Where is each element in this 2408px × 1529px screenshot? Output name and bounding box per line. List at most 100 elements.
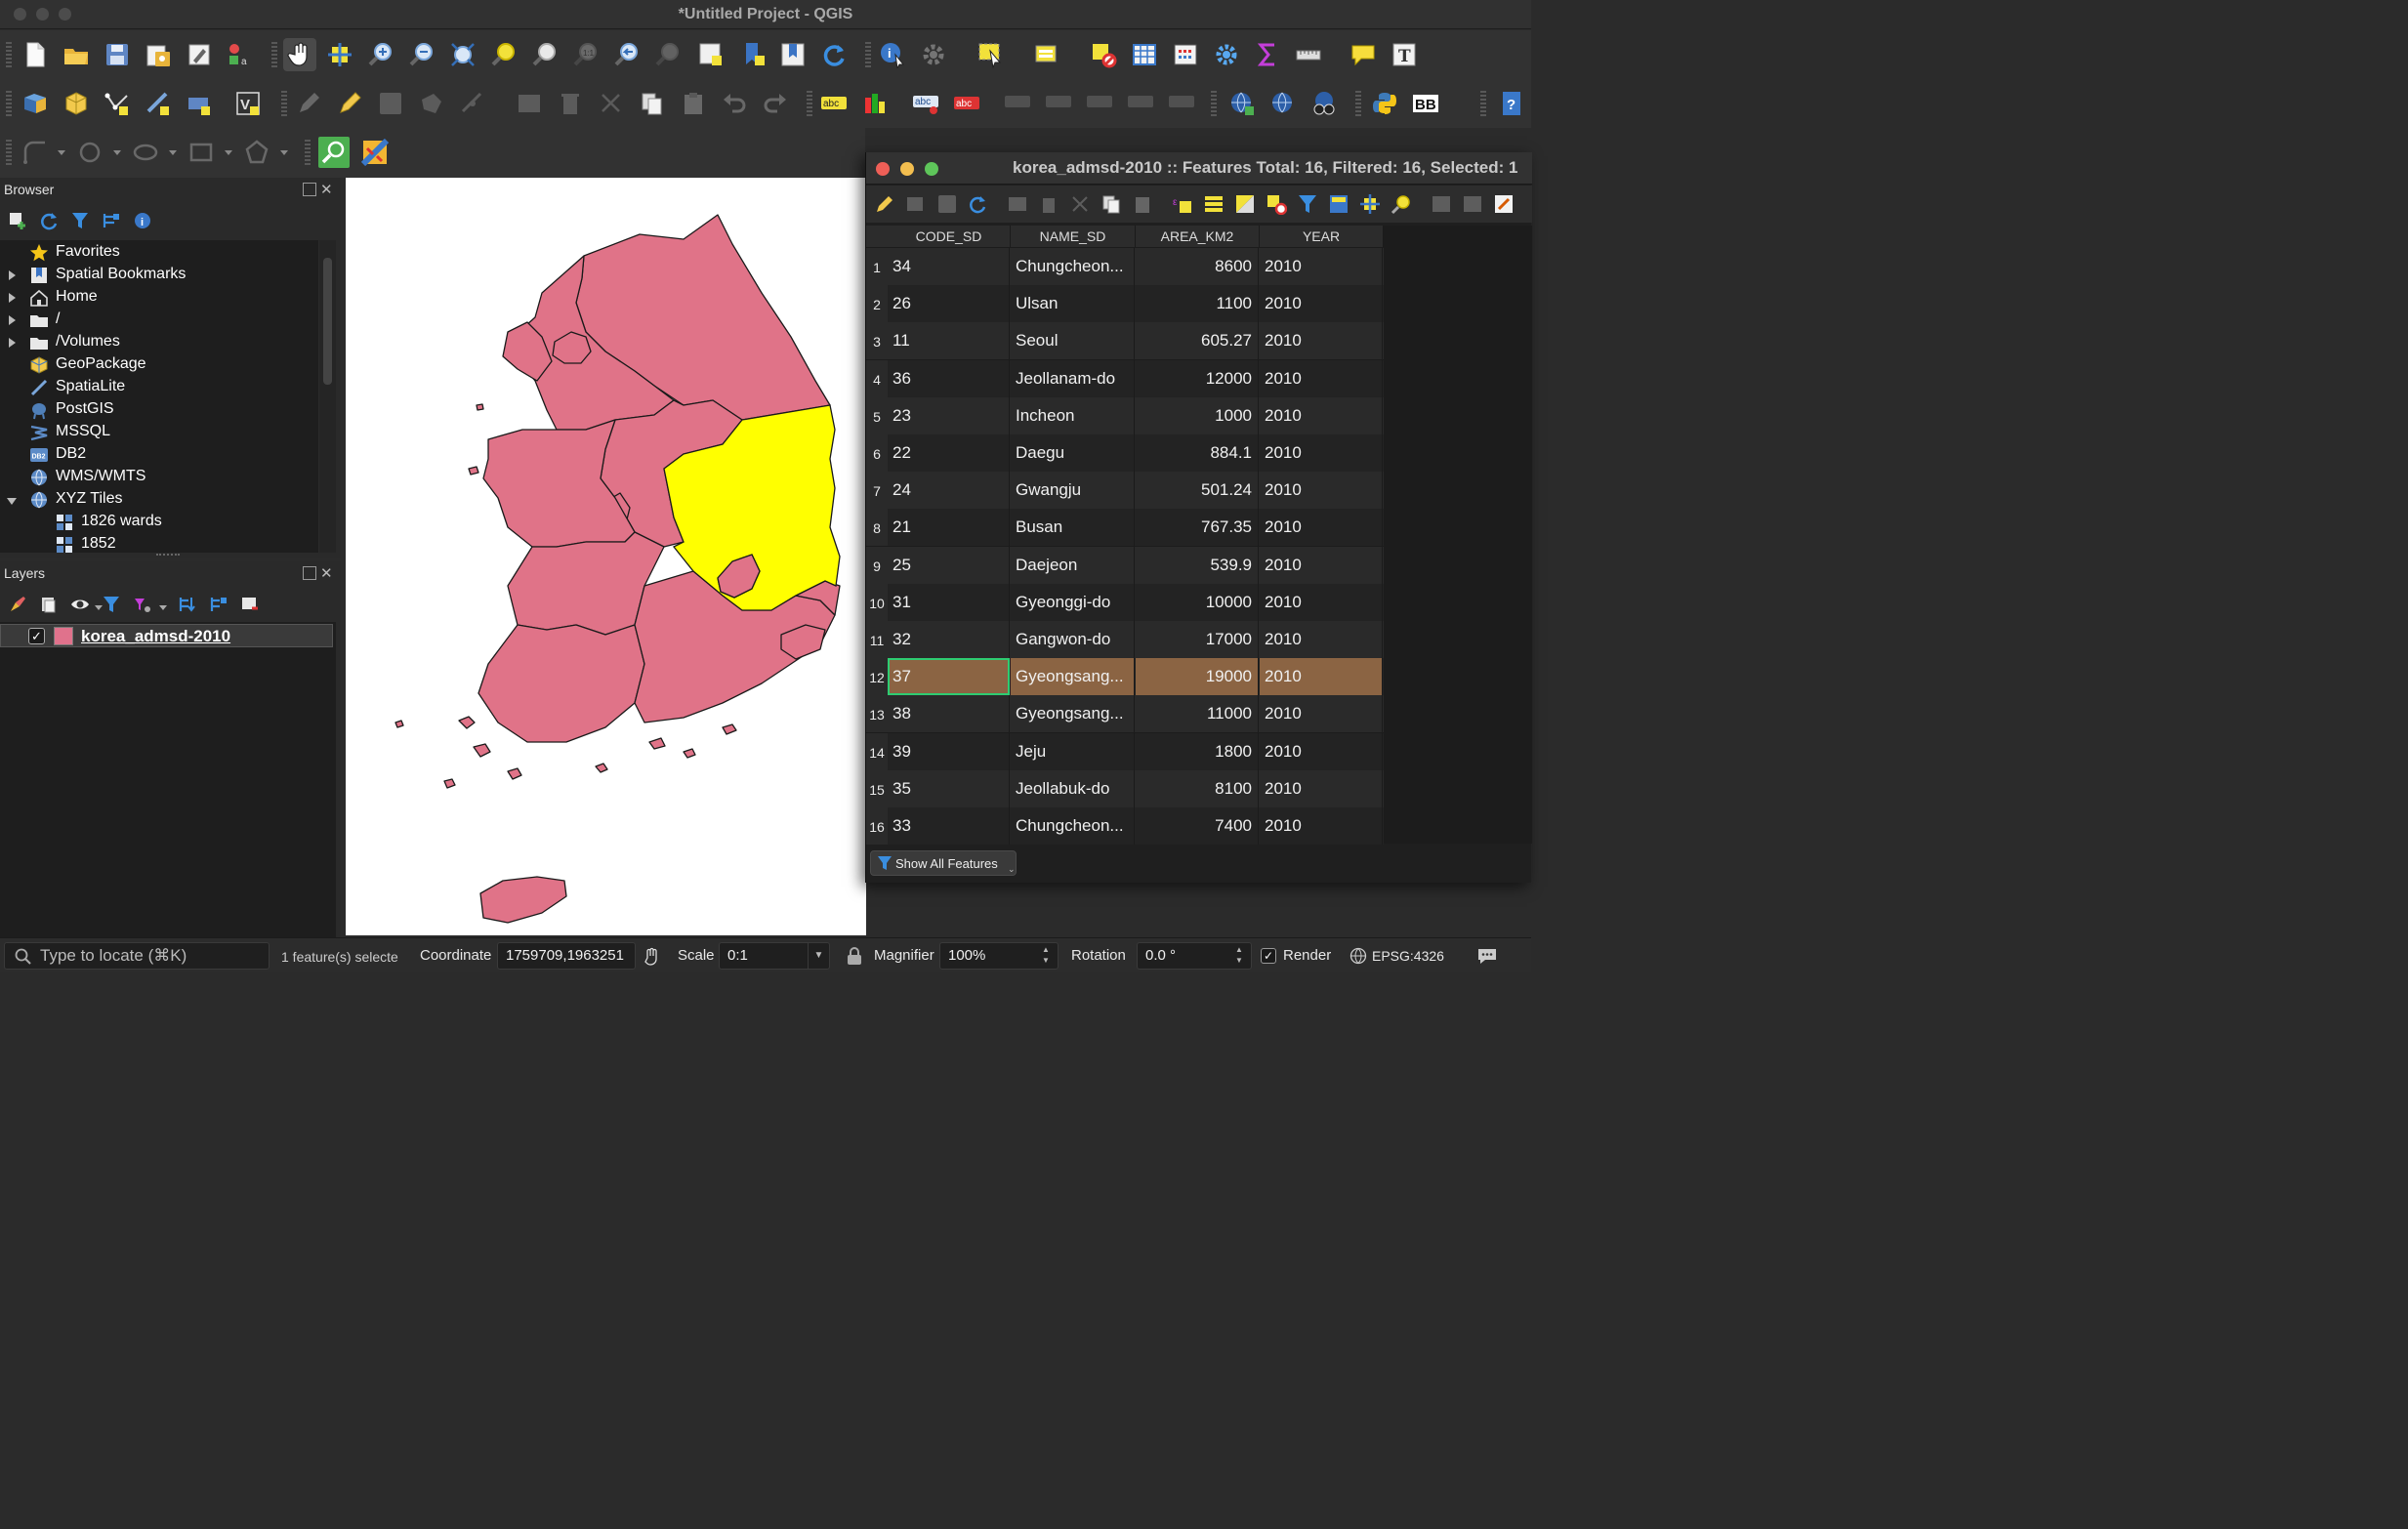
table-row[interactable]: 1 34 Chungcheon... 8600 2010 [866, 248, 1384, 285]
new-virtual-layer-icon[interactable]: V [232, 88, 264, 119]
table-row[interactable]: 2 26 Ulsan 1100 2010 [866, 285, 1384, 323]
table-row[interactable]: 6 22 Daegu 884.1 2010 [866, 434, 1384, 472]
table-cell[interactable]: 2010 [1260, 434, 1383, 472]
copy-icon[interactable] [1100, 193, 1122, 220]
table-cell[interactable]: 2010 [1260, 509, 1383, 547]
lock-scale-icon[interactable] [846, 946, 863, 971]
close-panel-icon[interactable]: ✕ [320, 564, 333, 582]
table-row[interactable]: 12 37 Gyeongsang... 19000 2010 [866, 658, 1384, 696]
toolbar-grip[interactable] [6, 42, 12, 67]
digitize-ellipse-icon[interactable] [130, 137, 161, 168]
delete-feature-icon[interactable] [1038, 193, 1059, 220]
label-properties-icon[interactable] [1125, 88, 1156, 119]
paste-icon[interactable] [1132, 193, 1153, 220]
open-project-icon[interactable] [61, 39, 92, 70]
toggle-edit-icon[interactable] [874, 193, 895, 220]
digitize-polygon-icon[interactable] [241, 137, 272, 168]
table-row[interactable]: 11 32 Gangwon-do 17000 2010 [866, 621, 1384, 658]
table-cell[interactable]: 19000 [1136, 658, 1259, 696]
layer-visibility-checkbox[interactable]: ✓ [28, 628, 45, 644]
refresh-icon[interactable] [818, 39, 850, 70]
table-cell[interactable]: 23 [888, 396, 1010, 434]
splitter-handle[interactable] [156, 554, 180, 558]
table-cell[interactable]: 605.27 [1136, 322, 1259, 360]
rotation-spinbox[interactable]: 0.0 ° ▲ ▼ [1137, 942, 1252, 970]
browser-item[interactable]: XYZ Tiles [0, 489, 318, 512]
manage-visibility-eye-icon[interactable] [70, 595, 90, 619]
table-cell[interactable]: 25 [888, 546, 1010, 584]
zoom-to-layer-icon[interactable] [529, 39, 560, 70]
table-cell[interactable]: 539.9 [1136, 546, 1259, 584]
browser-item[interactable]: PostGIS [0, 399, 318, 422]
browser-item[interactable]: WMS/WMTS [0, 467, 318, 489]
corner-header[interactable] [866, 226, 888, 247]
table-cell[interactable]: 8100 [1136, 769, 1259, 807]
table-cell[interactable]: Daegu [1011, 434, 1135, 472]
select-all-icon[interactable] [1203, 193, 1225, 220]
row-number[interactable]: 1 [866, 248, 888, 285]
messages-icon[interactable] [1476, 946, 1498, 971]
browser-item[interactable]: / [0, 310, 318, 332]
row-number[interactable]: 11 [866, 621, 888, 658]
browser-item[interactable]: MSSQL [0, 422, 318, 444]
column-header[interactable]: CODE_SD [888, 226, 1011, 247]
table-cell[interactable]: Chungcheon... [1011, 807, 1135, 845]
table-cell[interactable]: 17000 [1136, 621, 1259, 658]
toolbar-grip[interactable] [281, 91, 287, 116]
table-row[interactable]: 10 31 Gyeonggi-do 10000 2010 [866, 583, 1384, 621]
delete-selected-icon[interactable] [555, 88, 586, 119]
zoom-in-icon[interactable] [365, 39, 396, 70]
browser-scrollbar-thumb[interactable] [323, 258, 332, 385]
digitize-curve-icon[interactable] [20, 137, 51, 168]
table-cell[interactable]: 2010 [1260, 695, 1383, 733]
select-features-icon[interactable] [975, 39, 1006, 70]
table-cell[interactable]: Gyeongsang... [1011, 695, 1135, 733]
table-row[interactable]: 15 35 Jeollabuk-do 8100 2010 [866, 769, 1384, 807]
show-all-features-button[interactable]: Show All Features ⌄ [870, 850, 1017, 876]
table-cell[interactable]: 2010 [1260, 285, 1383, 323]
table-cell[interactable]: Daejeon [1011, 546, 1135, 584]
table-row[interactable]: 9 25 Daejeon 539.9 2010 [866, 546, 1384, 584]
move-label-icon[interactable] [1002, 88, 1033, 119]
table-row[interactable]: 3 11 Seoul 605.27 2010 [866, 322, 1384, 360]
spin-arrows-icon[interactable]: ▲ ▼ [1042, 944, 1050, 966]
select-by-value-icon[interactable] [1031, 39, 1062, 70]
zoom-to-selected-icon[interactable] [1391, 193, 1412, 220]
filter-legend-icon[interactable] [102, 595, 121, 619]
table-cell[interactable]: 2010 [1260, 807, 1383, 845]
table-cell[interactable]: 2010 [1260, 658, 1383, 696]
table-cell[interactable]: Gangwon-do [1011, 621, 1135, 658]
table-cell[interactable]: 32 [888, 621, 1010, 658]
float-panel-icon[interactable] [303, 566, 316, 580]
collapsed-arrow-icon[interactable] [9, 270, 16, 280]
label-toolbar-icon[interactable]: abc [818, 88, 850, 119]
style-manager-icon[interactable]: a [225, 39, 256, 70]
layer-row[interactable]: ✓ korea_admsd-2010 [0, 624, 333, 647]
table-cell[interactable]: 11000 [1136, 695, 1259, 733]
style-panel-icon[interactable] [8, 595, 27, 619]
paste-features-icon[interactable] [678, 88, 709, 119]
table-cell[interactable]: Busan [1011, 509, 1135, 547]
table-cell[interactable]: 1800 [1136, 732, 1259, 770]
rotate-label-icon[interactable] [1043, 88, 1074, 119]
filter-by-expression-icon[interactable] [133, 595, 152, 619]
pan-map-icon[interactable] [283, 38, 316, 71]
row-number[interactable]: 14 [866, 732, 888, 770]
render-checkbox[interactable]: ✓ [1261, 948, 1276, 964]
row-number[interactable]: 5 [866, 396, 888, 434]
row-number[interactable]: 9 [866, 546, 888, 584]
toolbar-grip[interactable] [1355, 91, 1361, 116]
filter-select-icon[interactable] [1297, 193, 1318, 220]
crs-globe-icon[interactable] [1349, 947, 1367, 970]
digitize-line-icon[interactable] [102, 88, 133, 119]
redo-icon[interactable] [760, 88, 791, 119]
table-cell[interactable]: 1000 [1136, 396, 1259, 434]
browser-item[interactable]: GeoPackage [0, 354, 318, 377]
edit-pencil-disabled-icon[interactable] [293, 88, 324, 119]
pin-labels-icon[interactable]: abc [910, 88, 941, 119]
zoom-next-icon[interactable] [652, 39, 684, 70]
toolbar-grip[interactable] [305, 140, 311, 165]
magnifier-spinbox[interactable]: 100% ▲ ▼ [939, 942, 1059, 970]
toggle-editing-icon[interactable] [334, 88, 365, 119]
remove-layer-icon[interactable] [240, 595, 260, 619]
